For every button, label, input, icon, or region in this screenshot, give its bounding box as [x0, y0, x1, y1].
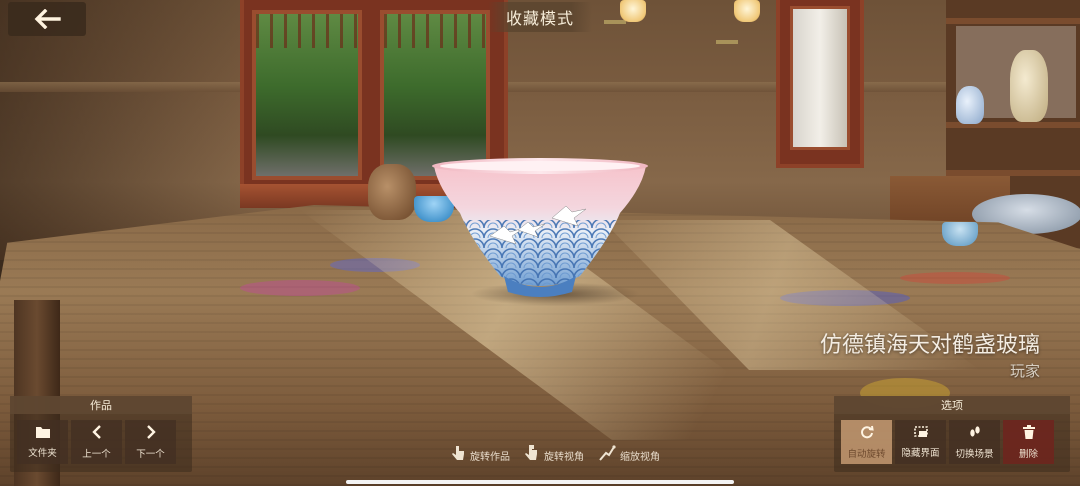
chevron-left-icon	[91, 424, 102, 443]
shelf-blue-vase	[956, 86, 984, 124]
previous-button-label: 上一个	[82, 448, 111, 460]
hide-ui-label: 隐藏界面	[901, 447, 940, 459]
next-button-label: 下一个	[136, 448, 165, 460]
delete-button[interactable]: 删除	[1003, 420, 1054, 464]
back-button[interactable]	[8, 2, 86, 36]
hint-zoom-view-label: 缩放视角	[620, 451, 660, 463]
gesture-hints: 旋转作品 旋转视角 缩放视角	[450, 444, 660, 466]
hide-ui-button[interactable]: 隐藏界面	[895, 420, 946, 464]
auto-rotate-button[interactable]: 自动旋转	[841, 420, 892, 464]
wall-lamp-icon	[734, 0, 760, 22]
pinch-icon	[598, 444, 616, 466]
next-button[interactable]: 下一个	[125, 420, 176, 464]
hint-rotate-view: 旋转视角	[524, 444, 584, 466]
wall-trim	[0, 82, 1080, 92]
works-panel: 作品 文件夹 上一个 下一个	[10, 396, 192, 472]
wall-lamp-arm-right	[716, 40, 738, 44]
mode-title: 收藏模式	[488, 2, 592, 32]
hint-rotate-artwork-label: 旋转作品	[470, 451, 510, 463]
hide-ui-icon	[913, 425, 928, 442]
chevron-right-icon	[146, 424, 156, 443]
auto-rotate-label: 自动旋转	[847, 448, 886, 460]
wall-lamp-arm-left	[604, 20, 626, 24]
clay-jar	[368, 164, 416, 220]
paint-stain	[900, 272, 1010, 284]
options-panel-title: 选项	[834, 396, 1070, 414]
shelf-vase	[1010, 50, 1048, 122]
switch-scene-button[interactable]: 切换场景	[949, 420, 1000, 464]
window-lattice-left	[256, 14, 358, 48]
folder-icon	[35, 426, 50, 442]
folder-button-label: 文件夹	[28, 447, 57, 459]
blue-cup	[942, 222, 978, 246]
wall-lamp-icon	[620, 0, 646, 22]
side-window-pane	[790, 6, 850, 150]
options-panel: 选项 自动旋转 隐藏界面 切换场景 删除	[834, 396, 1070, 472]
home-indicator[interactable]	[346, 480, 734, 484]
delete-label: 删除	[1018, 448, 1038, 460]
paint-stain	[240, 280, 360, 296]
rotate-icon	[860, 425, 874, 443]
one-finger-drag-icon	[450, 444, 466, 466]
hint-rotate-artwork: 旋转作品	[450, 444, 510, 466]
crane-cup-model[interactable]	[430, 158, 650, 303]
side-window	[776, 0, 864, 168]
two-finger-drag-icon	[524, 444, 540, 466]
artwork-name: 仿德镇海天对鹤盏玻璃	[819, 333, 1040, 358]
works-panel-title: 作品	[10, 396, 192, 414]
shelf-board	[946, 18, 1080, 24]
hint-zoom-view: 缩放视角	[598, 444, 660, 466]
footprint-icon	[968, 425, 982, 443]
arrow-left-icon	[34, 9, 61, 29]
window-lattice-right	[384, 14, 486, 48]
folder-button[interactable]: 文件夹	[17, 420, 68, 464]
artwork-author: 玩家	[1009, 362, 1040, 380]
previous-button[interactable]: 上一个	[71, 420, 122, 464]
switch-scene-label: 切换场景	[955, 448, 994, 460]
trash-icon	[1022, 424, 1035, 443]
hint-rotate-view-label: 旋转视角	[544, 451, 584, 463]
